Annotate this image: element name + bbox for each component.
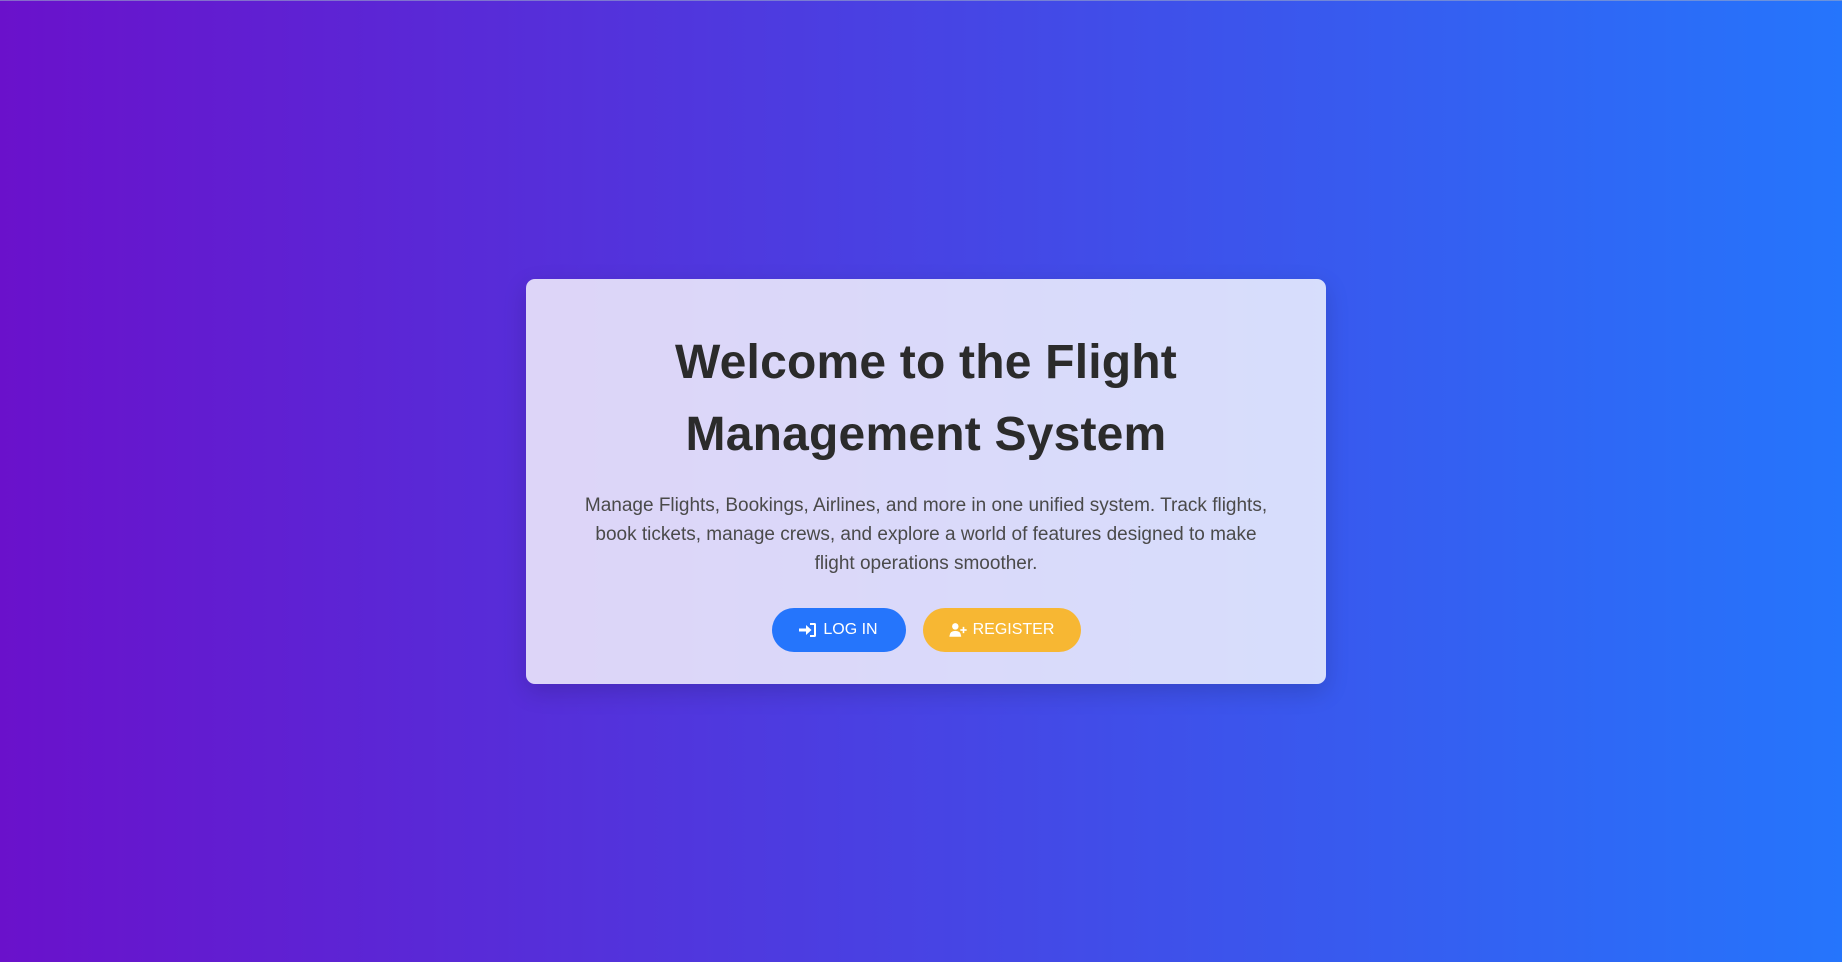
user-plus-icon	[949, 622, 967, 638]
welcome-card: Welcome to the Flight Management System …	[526, 279, 1326, 684]
sign-in-icon	[799, 622, 817, 638]
register-button[interactable]: REGISTER	[922, 608, 1081, 652]
action-buttons: LOG IN REGISTER	[526, 608, 1326, 652]
login-button-label: LOG IN	[823, 621, 878, 638]
page-title: Welcome to the Flight Management System	[675, 336, 1177, 461]
top-divider	[0, 0, 1842, 1]
register-button-label: REGISTER	[972, 621, 1055, 638]
page-description: Manage Flights, Bookings, Airlines, and …	[584, 495, 1268, 574]
login-button[interactable]: LOG IN	[771, 608, 906, 652]
